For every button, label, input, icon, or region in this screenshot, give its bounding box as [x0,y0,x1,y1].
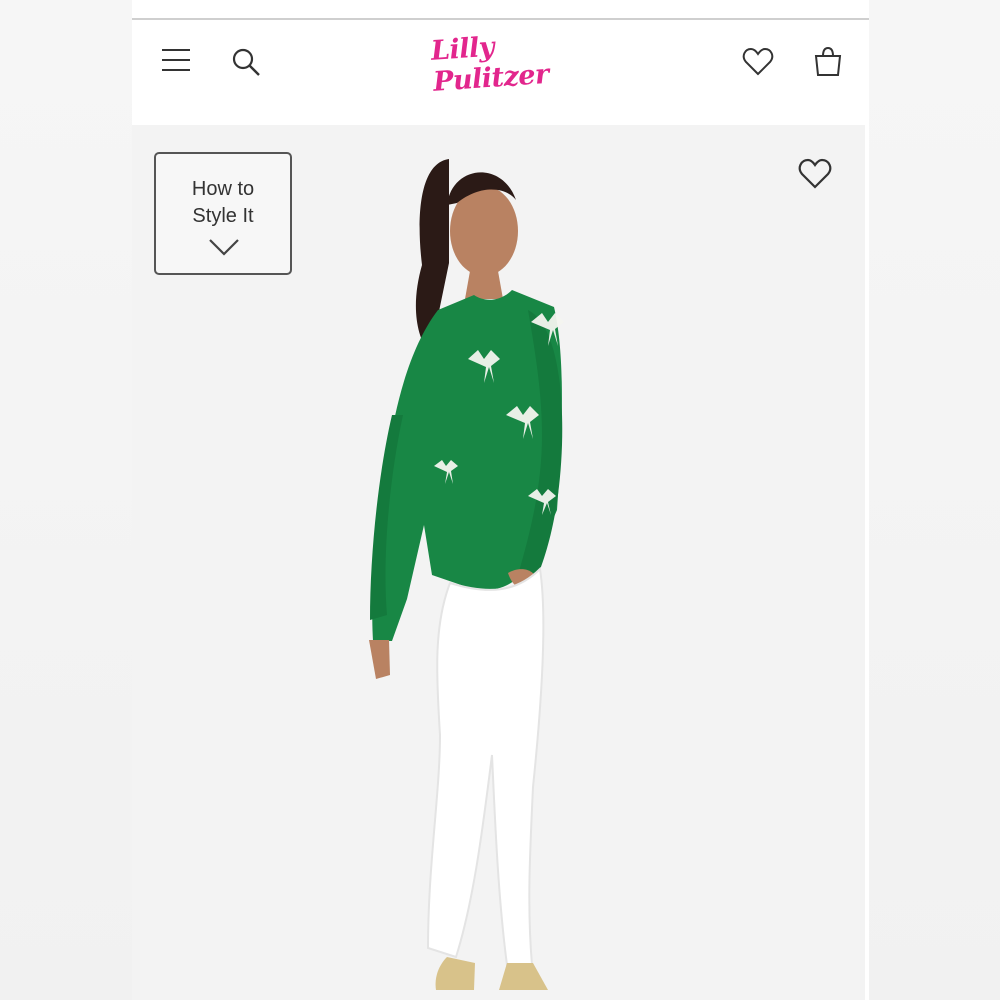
mobile-page: Lilly Pulitzer How to Style It [132,0,869,1000]
left-background [0,0,132,1000]
search-button[interactable] [226,42,266,82]
shopping-bag-button[interactable] [808,42,848,82]
search-icon [232,48,260,76]
shopping-bag-icon [814,46,842,76]
menu-icon [162,49,190,71]
brand-name: Lilly Pulitzer [430,31,550,98]
heart-icon [742,47,774,76]
model-photo [369,159,564,990]
wishlist-button[interactable] [738,42,778,82]
heart-icon[interactable] [798,157,832,191]
top-status-bar [132,0,869,20]
site-header: Lilly Pulitzer [132,20,869,125]
chevron-down-icon [209,239,239,256]
right-background [868,0,1000,1000]
menu-button[interactable] [156,40,196,80]
brand-logo[interactable]: Lilly Pulitzer [430,27,574,98]
how-to-style-it-button[interactable]: How to Style It [154,152,292,275]
how-to-style-it-label: How to Style It [191,178,255,227]
product-hero-image: How to Style It [132,125,865,1000]
